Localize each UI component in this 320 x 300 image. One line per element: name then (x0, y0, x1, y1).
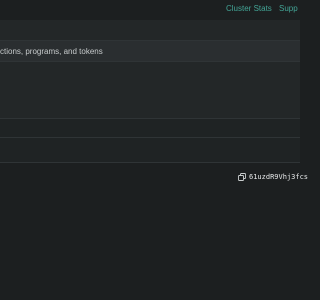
tab-strip (0, 119, 300, 137)
card-header (0, 138, 300, 162)
search-bar[interactable]: ctions, programs, and tokens (0, 40, 300, 62)
copy-icon[interactable] (238, 173, 246, 181)
account-address: 61uzdR9Vhj3fcs (238, 172, 308, 182)
account-overview-card (0, 163, 300, 300)
search-placeholder: ctions, programs, and tokens (0, 47, 103, 56)
top-navigation-bar: Cluster Stats Supp (0, 0, 300, 20)
header-band (0, 20, 300, 40)
hero-section (0, 62, 300, 118)
address-value: 61uzdR9Vhj3fcs (249, 173, 309, 181)
cluster-stats-link[interactable]: Cluster Stats (226, 4, 272, 13)
support-link[interactable]: Supp (279, 4, 298, 13)
